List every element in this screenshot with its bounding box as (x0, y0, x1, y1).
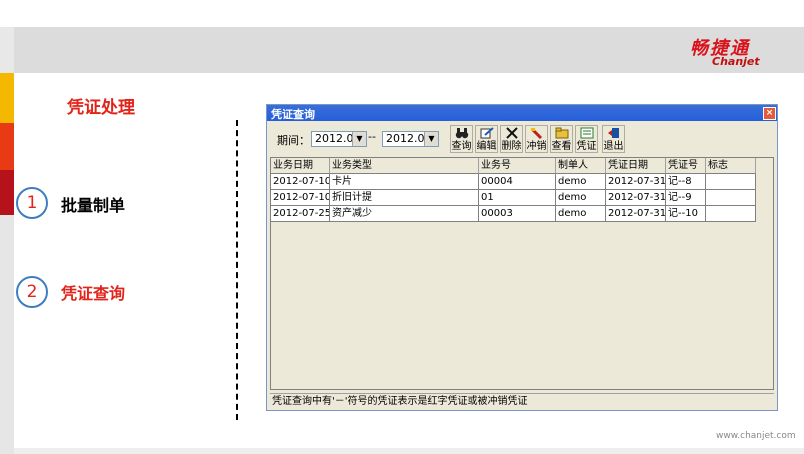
period-to-select[interactable]: 2012.07 ▼ (382, 131, 439, 147)
period-from-select[interactable]: 2012.07 ▼ (311, 131, 367, 147)
cell-flag (706, 206, 756, 222)
left-stripe-red (0, 123, 14, 170)
edit-button-label: 编辑 (476, 141, 497, 152)
column-header[interactable]: 标志 (706, 158, 756, 174)
column-header[interactable]: 业务类型 (330, 158, 479, 174)
chevron-down-icon[interactable]: ▼ (352, 132, 366, 146)
column-header[interactable]: 凭证号 (666, 158, 706, 174)
dashed-divider (236, 120, 238, 420)
cell-business-date: 2012-07-10 (271, 190, 330, 206)
status-bar: 凭证查询中有'－'符号的凭证表示是红字凭证或被冲销凭证 (270, 393, 774, 409)
cell-business-type: 卡片 (330, 174, 479, 190)
view-button[interactable]: 查看 (550, 125, 573, 153)
brand-logo-en: Chanjet (712, 55, 760, 68)
cell-business-no: 00003 (479, 206, 556, 222)
chevron-down-icon[interactable]: ▼ (424, 132, 438, 146)
reverse-icon (526, 127, 547, 141)
cell-business-no: 00004 (479, 174, 556, 190)
cell-voucher-no: 记--10 (666, 206, 706, 222)
cell-business-no: 01 (479, 190, 556, 206)
step-number-2: 2 (16, 276, 48, 308)
step-label-2: 凭证查询 (61, 284, 126, 303)
table-row[interactable]: 2012-07-25 资产减少 00003 demo 2012-07-31 记-… (271, 206, 756, 222)
cell-business-type: 折旧计提 (330, 190, 479, 206)
voucher-table: 业务日期 业务类型 业务号 制单人 凭证日期 凭证号 标志 2012-07-10… (270, 157, 774, 390)
bottom-band (14, 448, 804, 454)
cell-maker: demo (556, 174, 606, 190)
voucher-query-window: 凭证查询 × 期间： 2012.07 ▼ -- 2012.07 ▼ 查询 编辑 (266, 104, 778, 411)
query-button-label: 查询 (451, 141, 472, 152)
table-row[interactable]: 2012-07-10 卡片 00004 demo 2012-07-31 记--8 (271, 174, 756, 190)
edit-icon (476, 127, 497, 141)
reverse-button[interactable]: 冲销 (525, 125, 548, 153)
voucher-icon (576, 127, 597, 141)
cell-business-date: 2012-07-25 (271, 206, 330, 222)
binoculars-icon (451, 127, 472, 141)
edit-button[interactable]: 编辑 (475, 125, 498, 153)
column-header[interactable]: 制单人 (556, 158, 606, 174)
cell-voucher-date: 2012-07-31 (606, 190, 666, 206)
exit-icon (603, 127, 624, 141)
reverse-button-label: 冲销 (526, 141, 547, 152)
column-header[interactable]: 凭证日期 (606, 158, 666, 174)
left-stripe-dark-red (0, 170, 14, 215)
voucher-button[interactable]: 凭证 (575, 125, 598, 153)
exit-button-label: 退出 (603, 141, 624, 152)
toolbar: 期间： 2012.07 ▼ -- 2012.07 ▼ 查询 编辑 删除 冲销 查… (269, 123, 775, 155)
cell-maker: demo (556, 190, 606, 206)
left-stripe-yellow (0, 73, 14, 123)
exit-button[interactable]: 退出 (602, 125, 625, 153)
table-header-row: 业务日期 业务类型 业务号 制单人 凭证日期 凭证号 标志 (271, 158, 756, 174)
footer-url: www.chanjet.com (716, 431, 796, 441)
delete-icon (501, 127, 522, 141)
delete-button-label: 删除 (501, 141, 522, 152)
top-band (0, 0, 804, 27)
cell-voucher-no: 记--9 (666, 190, 706, 206)
cell-voucher-no: 记--8 (666, 174, 706, 190)
cell-flag (706, 174, 756, 190)
table-row[interactable]: 2012-07-10 折旧计提 01 demo 2012-07-31 记--9 (271, 190, 756, 206)
period-separator: -- (368, 130, 376, 143)
delete-button[interactable]: 删除 (500, 125, 523, 153)
period-label: 期间： (277, 134, 310, 147)
window-title: 凭证查询 (271, 108, 315, 121)
voucher-button-label: 凭证 (576, 141, 597, 152)
step-number-1: 1 (16, 187, 48, 219)
folder-icon (551, 127, 572, 141)
column-header[interactable]: 业务号 (479, 158, 556, 174)
cell-voucher-date: 2012-07-31 (606, 206, 666, 222)
slide-title: 凭证处理 (67, 98, 135, 118)
cell-business-date: 2012-07-10 (271, 174, 330, 190)
close-icon[interactable]: × (763, 107, 776, 120)
query-button[interactable]: 查询 (450, 125, 473, 153)
cell-flag (706, 190, 756, 206)
header-band (0, 27, 804, 73)
view-button-label: 查看 (551, 141, 572, 152)
cell-voucher-date: 2012-07-31 (606, 174, 666, 190)
left-strip-top (0, 27, 14, 73)
cell-business-type: 资产减少 (330, 206, 479, 222)
left-stripe-grey (0, 215, 14, 454)
column-header[interactable]: 业务日期 (271, 158, 330, 174)
window-titlebar[interactable]: 凭证查询 × (267, 105, 777, 121)
step-label-1: 批量制单 (61, 196, 126, 215)
cell-maker: demo (556, 206, 606, 222)
